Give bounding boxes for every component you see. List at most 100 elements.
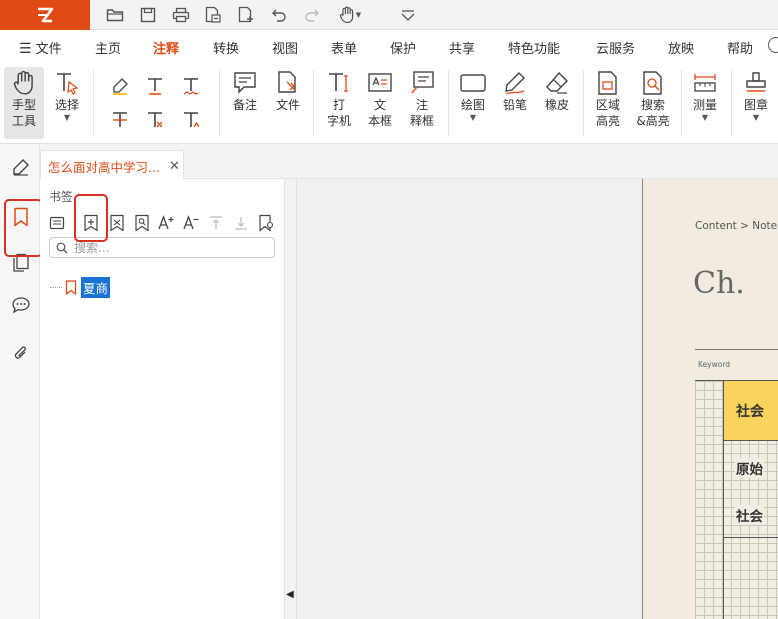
bookmark-settings-icon[interactable]: [255, 212, 277, 234]
eraser-icon: [544, 69, 570, 97]
file-menu[interactable]: ☰ 文件: [19, 38, 62, 57]
callout-icon: [409, 69, 435, 97]
increase-font-icon[interactable]: [155, 212, 177, 234]
hand-tool-button[interactable]: 手型 工具: [4, 67, 44, 139]
bookmark-panel-title: 书签: [49, 190, 74, 204]
note-button[interactable]: 备注: [227, 69, 263, 113]
stamp-button[interactable]: 图章 ▼: [738, 69, 774, 122]
insert-text-icon[interactable]: [178, 108, 204, 132]
search-highlight-icon: [640, 69, 666, 97]
textbox-button[interactable]: 文 本框: [362, 69, 398, 129]
bookmark-item[interactable]: 夏商: [50, 277, 111, 298]
typewriter-button[interactable]: 打 字机: [321, 69, 357, 129]
stamp-icon: [743, 69, 769, 97]
ribbon-separator: [583, 70, 584, 136]
print-icon[interactable]: [170, 5, 192, 25]
keyword-label: Keyword: [698, 360, 731, 369]
drawing-button[interactable]: 绘图 ▼: [455, 69, 491, 122]
stamp-dropdown-icon[interactable]: ▼: [753, 114, 759, 122]
note-label: 备注: [232, 98, 257, 112]
keyword-cell: 社会: [735, 505, 764, 525]
expand-all-icon[interactable]: [46, 212, 68, 234]
document-tab[interactable]: 怎么面对高中学习... ✕: [40, 150, 184, 180]
tab-slideshow[interactable]: 放映: [668, 38, 694, 57]
area-highlight-button[interactable]: 区域 高亮: [589, 69, 627, 129]
customize-dropdown-icon[interactable]: [397, 5, 419, 25]
stamp-label: 图章: [743, 98, 768, 112]
tree-connector: [50, 287, 62, 288]
keyword-cell: 社会: [723, 380, 778, 441]
tab-convert[interactable]: 转换: [213, 38, 239, 57]
search-icon: [56, 242, 68, 253]
open-icon[interactable]: [104, 5, 126, 25]
typewriter-label: 打 字机: [326, 98, 351, 128]
tab-annotate[interactable]: 注释: [153, 38, 179, 57]
underline-text-icon[interactable]: [142, 74, 168, 98]
delete-bookmark-icon[interactable]: [106, 212, 128, 234]
tab-forms[interactable]: 表单: [331, 38, 357, 57]
add-bookmark-highlight: [74, 194, 108, 242]
tab-features[interactable]: 特色功能: [508, 38, 560, 57]
replace-text-icon[interactable]: [142, 108, 168, 132]
callout-button[interactable]: 注 释框: [404, 69, 440, 129]
ribbon-separator: [313, 70, 314, 136]
export-icon[interactable]: [202, 5, 224, 25]
page-heading: Ch.: [693, 266, 745, 301]
drawing-dropdown-icon[interactable]: ▼: [470, 114, 476, 122]
more-icon[interactable]: [768, 37, 778, 53]
note-icon: [232, 69, 258, 97]
attachment-icon[interactable]: [8, 340, 34, 366]
annotate-ribbon: 手型 工具 选择 ▼ 备注 文件 打 字机 文 本框 注 释框 绘图 ▼ 铅笔 …: [0, 62, 778, 144]
collapse-panel-icon[interactable]: ◀: [286, 589, 294, 600]
textbox-label: 文 本框: [367, 98, 392, 128]
document-tab-bar: 怎么面对高中学习... ✕: [40, 144, 778, 180]
eraser-label: 橡皮: [544, 98, 569, 112]
tab-view[interactable]: 视图: [272, 38, 298, 57]
textbox-icon: [367, 69, 393, 97]
app-logo-icon[interactable]: [0, 0, 90, 30]
tab-help[interactable]: 帮助: [727, 38, 753, 57]
document-page: Content > Note Ch. Keyword 社会 原始 社会: [642, 179, 778, 619]
strikeout-text-icon[interactable]: [107, 108, 133, 132]
panel-splitter[interactable]: [285, 179, 297, 619]
squiggly-text-icon[interactable]: [178, 74, 204, 98]
hamburger-icon: ☰: [19, 41, 32, 57]
decrease-font-icon[interactable]: [180, 212, 202, 234]
bookmark-search-input[interactable]: [74, 240, 264, 255]
page-breadcrumb-text: Content > Note: [695, 220, 778, 232]
hand-icon[interactable]: ▼: [336, 5, 364, 25]
attach-file-label: 文件: [275, 98, 300, 112]
select-dropdown-icon[interactable]: ▼: [64, 114, 70, 122]
pencil-button[interactable]: 铅笔: [497, 69, 533, 113]
quick-access-toolbar: ▼: [0, 0, 778, 30]
search-highlight-button[interactable]: 搜索 &高亮: [631, 69, 675, 129]
typewriter-icon: [326, 69, 352, 97]
bookmark-item-label[interactable]: 夏商: [81, 277, 111, 298]
tab-home[interactable]: 主页: [95, 38, 121, 57]
select-tool-button[interactable]: 选择 ▼: [48, 69, 86, 122]
ribbon-separator: [219, 70, 220, 136]
tab-share[interactable]: 共享: [449, 38, 475, 57]
tab-protect[interactable]: 保护: [390, 38, 416, 57]
tab-cloud[interactable]: 云服务: [596, 38, 635, 57]
redo-icon[interactable]: [301, 5, 323, 25]
document-tab-title: 怎么面对高中学习...: [48, 160, 160, 175]
save-icon[interactable]: [137, 5, 159, 25]
comment-icon[interactable]: [8, 292, 34, 318]
page-divider: [695, 349, 778, 350]
measure-button[interactable]: 测量 ▼: [687, 69, 723, 122]
attach-file-button[interactable]: 文件: [270, 69, 306, 113]
highlight-text-icon[interactable]: [107, 74, 133, 98]
table-row-divider: [723, 537, 778, 538]
find-bookmark-icon[interactable]: [131, 212, 153, 234]
move-up-icon[interactable]: [205, 212, 227, 234]
new-file-icon[interactable]: [235, 5, 257, 25]
measure-dropdown-icon[interactable]: ▼: [702, 114, 708, 122]
undo-icon[interactable]: [268, 5, 290, 25]
pen-icon[interactable]: [8, 154, 34, 180]
move-down-icon[interactable]: [230, 212, 252, 234]
eraser-button[interactable]: 橡皮: [539, 69, 575, 113]
area-highlight-label: 区域 高亮: [595, 98, 620, 128]
file-attach-icon: [275, 69, 301, 97]
close-icon[interactable]: ✕: [169, 159, 180, 174]
